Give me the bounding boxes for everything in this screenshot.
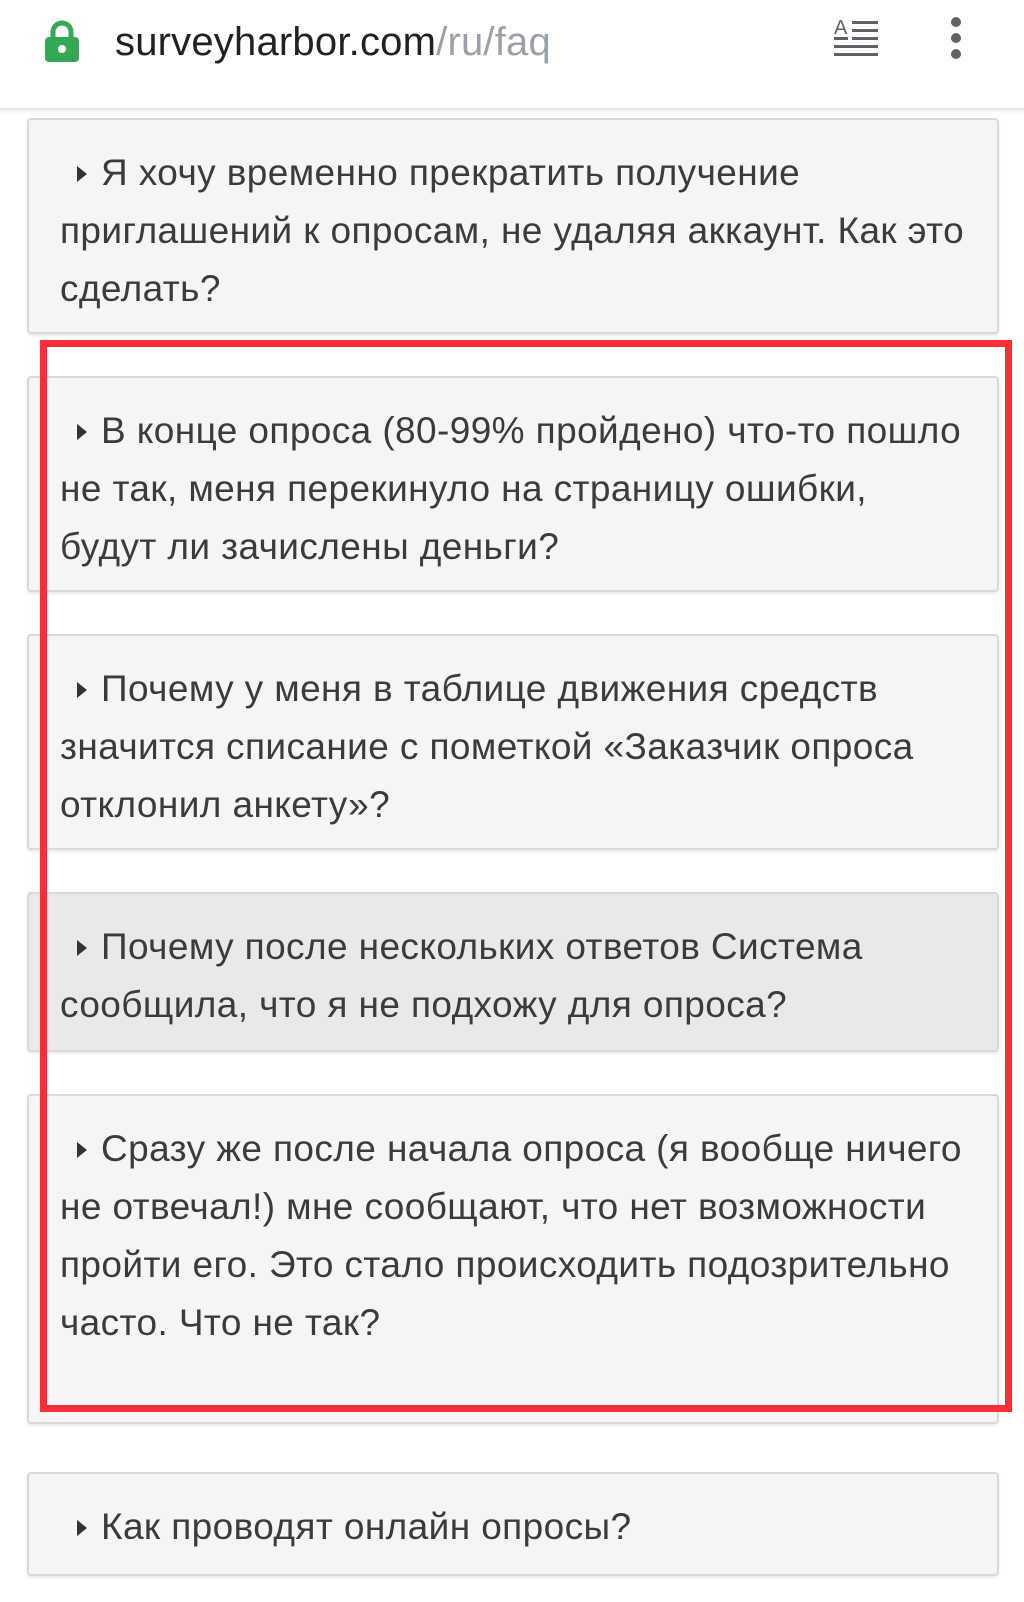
expand-caret-icon	[77, 940, 87, 956]
faq-question: В конце опроса (80-99% пройдено) что-то …	[60, 410, 962, 567]
faq-question: Почему у меня в таблице движения средств…	[60, 668, 914, 825]
browser-toolbar: surveyharbor.com/ru/faq A	[0, 0, 1024, 110]
reader-mode-icon[interactable]: A	[834, 16, 880, 62]
svg-text:A: A	[834, 17, 848, 39]
expand-caret-icon	[77, 1520, 87, 1536]
faq-item[interactable]: Я хочу временно прекратить получение при…	[27, 118, 999, 334]
address-bar[interactable]: surveyharbor.com/ru/faq	[115, 16, 551, 68]
lock-icon[interactable]	[44, 20, 80, 62]
faq-item[interactable]: Почему после нескольких ответов Система …	[27, 892, 999, 1052]
faq-item[interactable]: Почему у меня в таблице движения средств…	[27, 634, 999, 850]
expand-caret-icon	[77, 424, 87, 440]
expand-caret-icon	[77, 1142, 87, 1158]
faq-question: Сразу же после начала опроса (я вообще н…	[60, 1128, 962, 1343]
expand-caret-icon	[77, 166, 87, 182]
faq-item[interactable]: Как проводят онлайн опросы?	[27, 1472, 999, 1576]
faq-question: Я хочу временно прекратить получение при…	[60, 152, 965, 309]
faq-item[interactable]: Сразу же после начала опроса (я вообще н…	[27, 1094, 999, 1424]
faq-item[interactable]: В конце опроса (80-99% пройдено) что-то …	[27, 376, 999, 592]
url-host: surveyharbor.com	[115, 20, 437, 64]
url-path: /ru/faq	[436, 20, 551, 64]
more-vert-icon[interactable]	[944, 16, 968, 66]
faq-question: Как проводят онлайн опросы?	[101, 1506, 632, 1547]
faq-question: Почему после нескольких ответов Система …	[60, 926, 863, 1025]
expand-caret-icon	[77, 682, 87, 698]
